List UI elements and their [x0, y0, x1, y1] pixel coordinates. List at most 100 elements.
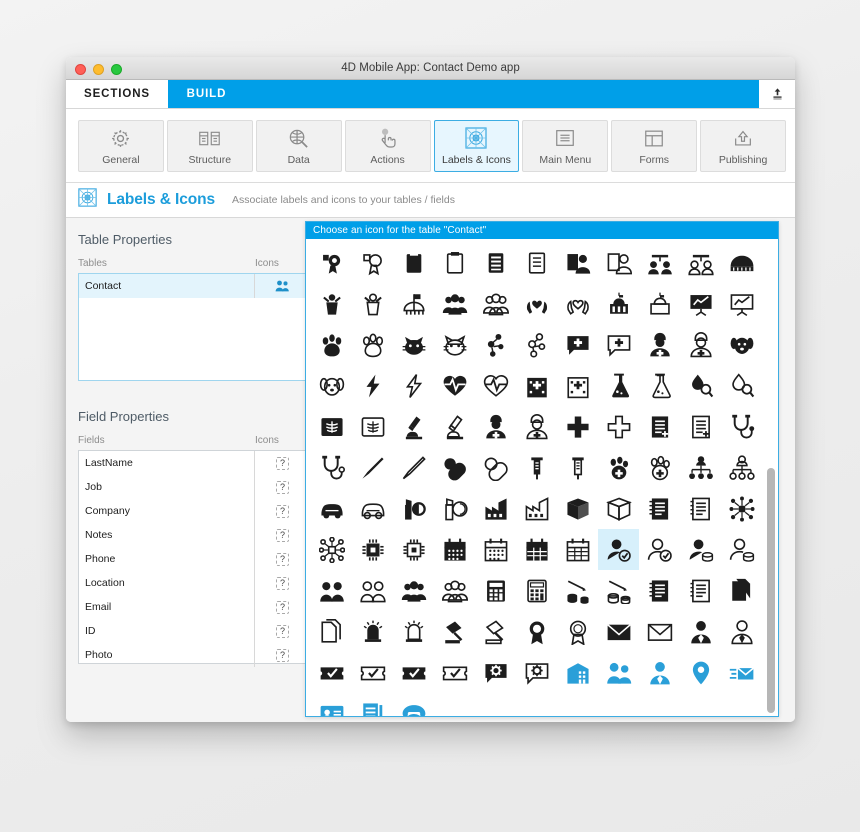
nurse-filled-icon[interactable]: [639, 324, 680, 365]
notebook-outline-icon[interactable]: [680, 488, 721, 529]
field-row[interactable]: ID?: [79, 619, 310, 643]
patient-outline-icon[interactable]: [516, 406, 557, 447]
envelope-outline-icon[interactable]: [639, 611, 680, 652]
medical-cross-outline-icon[interactable]: [598, 406, 639, 447]
placeholder-question-icon[interactable]: ?: [254, 499, 310, 523]
paw-cross-outline-icon[interactable]: [639, 447, 680, 488]
chart-board-outline-icon[interactable]: [721, 283, 762, 324]
heart-hands-outline-icon[interactable]: [557, 283, 598, 324]
ticket-stub-check-outline-icon[interactable]: [434, 652, 475, 693]
envelope-filled-icon[interactable]: [598, 611, 639, 652]
profile-card-filled-icon[interactable]: [557, 242, 598, 283]
user-coins-outline-icon[interactable]: [721, 529, 762, 570]
fields-list[interactable]: LastName? Job? Company? Notes? Phone? Locatio…: [78, 450, 311, 667]
scrollbar-thumb[interactable]: [767, 468, 775, 713]
list-outline-icon[interactable]: [516, 242, 557, 283]
badge-filled-icon[interactable]: [311, 242, 352, 283]
two-users-network-outline-icon[interactable]: [680, 242, 721, 283]
ledger-outline-icon[interactable]: [680, 570, 721, 611]
calculator-outline-icon[interactable]: [516, 570, 557, 611]
capitol-filled-icon[interactable]: [598, 283, 639, 324]
cat-outline-icon[interactable]: [434, 324, 475, 365]
heartbeat-outline-icon[interactable]: [475, 365, 516, 406]
placeholder-question-icon[interactable]: ?: [254, 547, 310, 571]
patient-filled-icon[interactable]: [475, 406, 516, 447]
bolt-outline-icon[interactable]: [393, 365, 434, 406]
three-users-filled-icon[interactable]: [393, 570, 434, 611]
heart-hands-filled-icon[interactable]: [516, 283, 557, 324]
businessman-blue-icon[interactable]: [639, 652, 680, 693]
scalpel-filled-icon[interactable]: [352, 447, 393, 488]
table-row[interactable]: Contact: [79, 274, 310, 298]
flask-outline-icon[interactable]: [639, 365, 680, 406]
factory-filled-icon[interactable]: [475, 488, 516, 529]
gavel-outline-icon[interactable]: [475, 611, 516, 652]
businessman-filled-icon[interactable]: [680, 611, 721, 652]
hospital-outline-icon[interactable]: [557, 365, 598, 406]
ticket-check-filled-icon[interactable]: [311, 652, 352, 693]
cheer-outline-icon[interactable]: [352, 283, 393, 324]
list-filled-icon[interactable]: [475, 242, 516, 283]
calculator-filled-icon[interactable]: [475, 570, 516, 611]
nurse-outline-icon[interactable]: [680, 324, 721, 365]
flask-filled-icon[interactable]: [598, 365, 639, 406]
lipstick-filled-icon[interactable]: [393, 488, 434, 529]
lipstick-outline-icon[interactable]: [434, 488, 475, 529]
org-chart-filled-icon[interactable]: [680, 447, 721, 488]
placeholder-question-icon[interactable]: ?: [254, 595, 310, 619]
placeholder-question-icon[interactable]: ?: [254, 523, 310, 547]
xray-outline-icon[interactable]: [352, 406, 393, 447]
award-ribbon-outline-icon[interactable]: [557, 611, 598, 652]
blood-drop-search-filled-icon[interactable]: [680, 365, 721, 406]
coins-arrow-filled-icon[interactable]: [557, 570, 598, 611]
alarm-bell-filled-icon[interactable]: [352, 611, 393, 652]
field-row[interactable]: Location?: [79, 571, 310, 595]
field-row[interactable]: Company?: [79, 499, 310, 523]
golf-flag-icon[interactable]: [393, 283, 434, 324]
chip-outline-icon[interactable]: [393, 529, 434, 570]
toolbar-item-actions[interactable]: Actions: [344, 120, 431, 172]
tab-sections[interactable]: SECTIONS: [66, 80, 168, 108]
calendar-grid-filled-icon[interactable]: [516, 529, 557, 570]
documents-filled-icon[interactable]: [721, 570, 762, 611]
group-filled-icon[interactable]: [434, 283, 475, 324]
upload-button[interactable]: [759, 80, 795, 108]
calendar-dots-outline-icon[interactable]: [475, 529, 516, 570]
pills-filled-icon[interactable]: [434, 447, 475, 488]
documents-outline-icon[interactable]: [311, 611, 352, 652]
alarm-bell-outline-icon[interactable]: [393, 611, 434, 652]
medical-cross-filled-icon[interactable]: [557, 406, 598, 447]
toolbar-item-structure[interactable]: Structure: [166, 120, 253, 172]
office-building-blue-icon[interactable]: [557, 652, 598, 693]
chart-board-filled-icon[interactable]: [680, 283, 721, 324]
ticket-stub-check-filled-icon[interactable]: [393, 652, 434, 693]
molecule-filled-icon[interactable]: [475, 324, 516, 365]
calendar-grid-outline-icon[interactable]: [557, 529, 598, 570]
field-row[interactable]: Notes?: [79, 523, 310, 547]
toolbar-item-data[interactable]: Data: [255, 120, 342, 172]
dog-face-outline-icon[interactable]: [311, 365, 352, 406]
placeholder-question-icon[interactable]: ?: [254, 619, 310, 643]
stethoscope-filled-icon[interactable]: [721, 406, 762, 447]
notes-alert-blue-icon[interactable]: [352, 693, 393, 716]
ledger-filled-icon[interactable]: [639, 570, 680, 611]
stadium-filled-icon[interactable]: [721, 242, 762, 283]
clipboard-outline-icon[interactable]: [434, 242, 475, 283]
two-users-outline-icon[interactable]: [352, 570, 393, 611]
id-badge-blue-icon[interactable]: [311, 693, 352, 716]
businessman-outline-icon[interactable]: [721, 611, 762, 652]
chat-gear-filled-icon[interactable]: [475, 652, 516, 693]
paw-outline-icon[interactable]: [352, 324, 393, 365]
heartbeat-filled-icon[interactable]: [434, 365, 475, 406]
ticket-check-outline-icon[interactable]: [352, 652, 393, 693]
telephone-blue-icon[interactable]: [393, 693, 434, 716]
user-coins-filled-icon[interactable]: [680, 529, 721, 570]
user-check-outline-icon[interactable]: [639, 529, 680, 570]
chat-plus-outline-icon[interactable]: [598, 324, 639, 365]
toolbar-item-main-menu[interactable]: Main Menu: [522, 120, 609, 172]
placeholder-question-icon[interactable]: ?: [254, 643, 310, 667]
network-nodes-filled-icon[interactable]: [721, 488, 762, 529]
two-people-blue-icon[interactable]: [254, 274, 310, 298]
award-ribbon-filled-icon[interactable]: [516, 611, 557, 652]
network-nodes-outline-icon[interactable]: [311, 529, 352, 570]
